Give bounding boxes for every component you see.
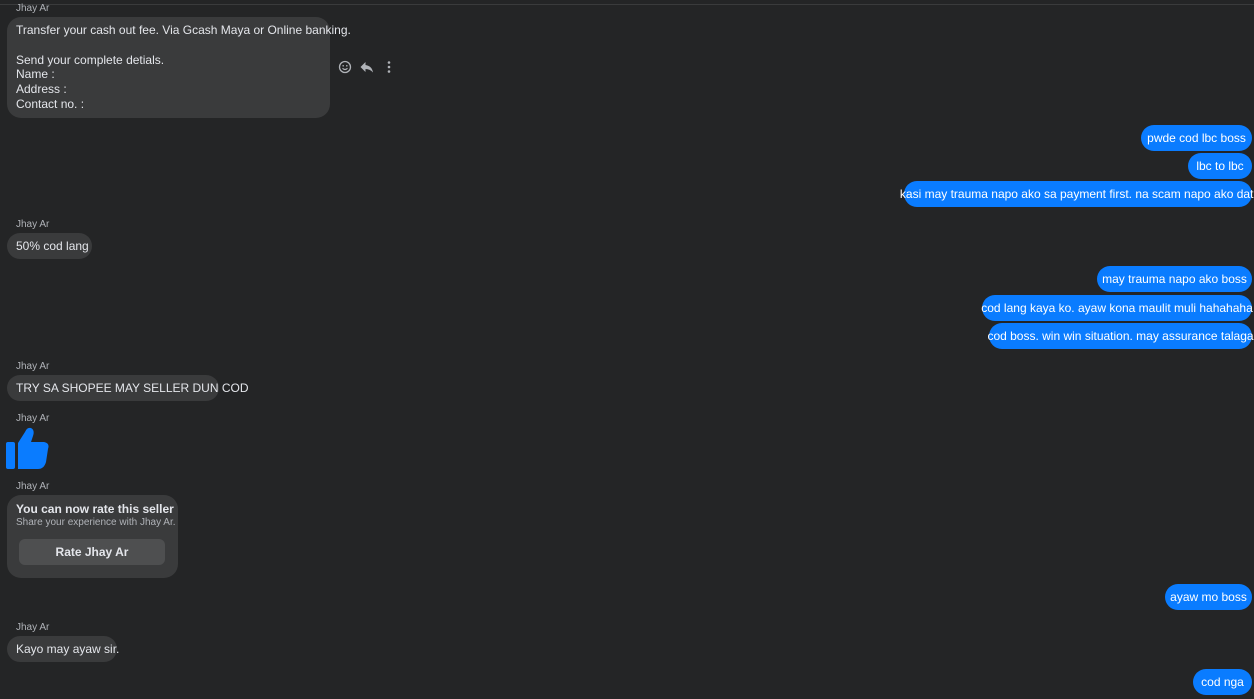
sender-name: Jhay Ar <box>16 413 50 424</box>
message-hover-actions <box>337 59 399 75</box>
incoming-message[interactable]: Kayo may ayaw sir. <box>7 636 119 662</box>
top-divider <box>0 4 1254 5</box>
outgoing-message[interactable]: cod lang kaya ko. ayaw kona maulit muli … <box>981 295 1253 321</box>
outgoing-message[interactable]: ayaw mo boss <box>1165 584 1252 610</box>
rate-card-subtitle: Share your experience with Jhay Ar. <box>16 517 176 528</box>
sender-name: Jhay Ar <box>16 3 50 14</box>
outgoing-message[interactable]: cod nga <box>1193 669 1252 695</box>
outgoing-message[interactable]: cod boss. win win situation. may assuran… <box>987 323 1254 349</box>
incoming-message[interactable]: Transfer your cash out fee. Via Gcash Ma… <box>7 17 351 118</box>
outgoing-message[interactable]: may trauma napo ako boss <box>1097 266 1252 292</box>
outgoing-message[interactable]: lbc to lbc <box>1188 153 1252 179</box>
more-options-icon[interactable] <box>381 59 397 75</box>
outgoing-message[interactable]: kasi may trauma napo ako sa payment firs… <box>900 181 1254 207</box>
incoming-message[interactable]: 50% cod lang <box>7 233 92 259</box>
thumbs-up-icon[interactable] <box>6 426 50 470</box>
rate-seller-button[interactable]: Rate Jhay Ar <box>19 539 165 565</box>
rate-card-title: You can now rate this seller <box>16 502 174 516</box>
sender-name: Jhay Ar <box>16 622 50 633</box>
outgoing-message[interactable]: pwde cod lbc boss <box>1141 125 1252 151</box>
emoji-icon[interactable] <box>337 59 353 75</box>
sender-name: Jhay Ar <box>16 481 50 492</box>
rate-seller-card: You can now rate this seller Share your … <box>7 495 178 578</box>
sender-name: Jhay Ar <box>16 219 50 230</box>
incoming-message[interactable]: TRY SA SHOPEE MAY SELLER DUN COD <box>7 375 249 401</box>
reply-icon[interactable] <box>359 59 375 75</box>
sender-name: Jhay Ar <box>16 361 50 372</box>
